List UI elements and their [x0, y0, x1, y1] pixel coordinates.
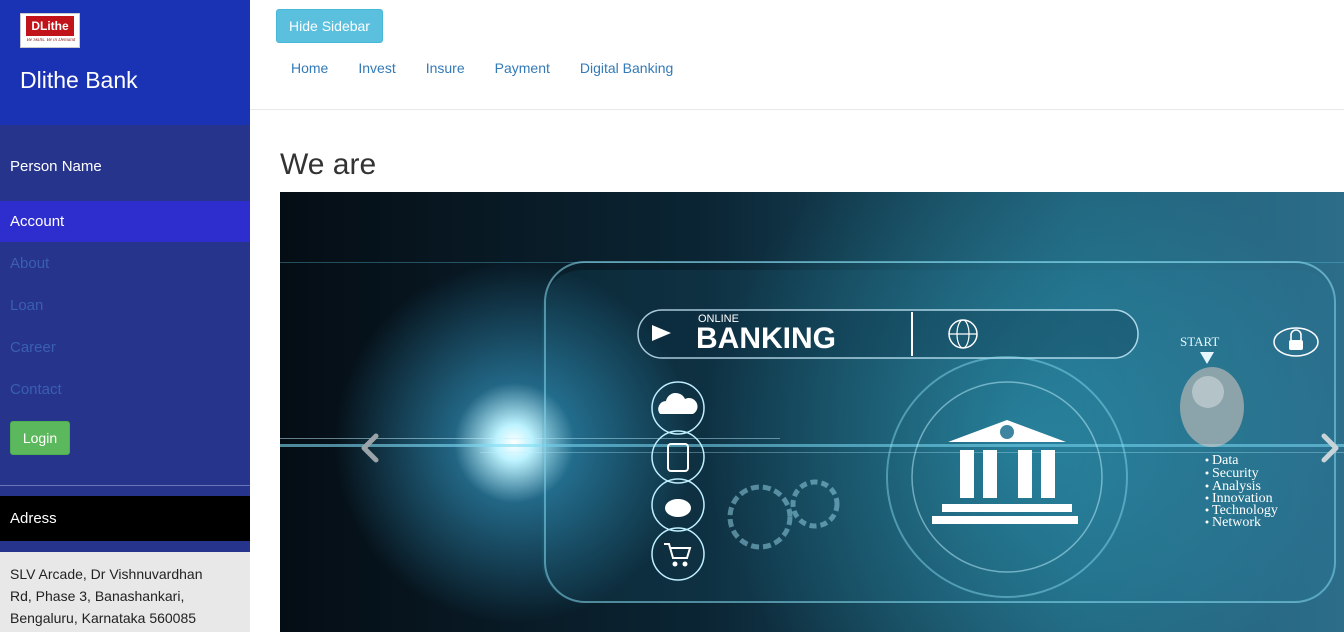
address-line: Rd, Phase 3, Banashankari,: [10, 588, 185, 604]
nav-insure[interactable]: Insure: [411, 60, 480, 76]
bank-name: Dlithe Bank: [20, 67, 138, 93]
sidebar-item-account[interactable]: Account: [0, 201, 250, 242]
address-line: Bengaluru, Karnataka 560085: [10, 610, 197, 626]
logo: DLithe Be Skills. Be in Demand: [20, 13, 80, 48]
carousel-prev-button[interactable]: [340, 417, 400, 477]
logo-mark: DLithe: [26, 16, 74, 36]
hide-sidebar-button[interactable]: Hide Sidebar: [276, 9, 383, 43]
sidebar-item-about[interactable]: About: [10, 255, 49, 272]
nav-payment[interactable]: Payment: [480, 60, 565, 76]
sidebar-item-contact[interactable]: Contact: [10, 381, 62, 398]
banner-illustration: ONLINE BANKING START Data Security Analy…: [280, 261, 1344, 603]
sidebar-item-career[interactable]: Career: [10, 339, 56, 356]
top-navbar: Hide Sidebar Home Invest Insure Payment …: [250, 0, 1344, 110]
nav-home[interactable]: Home: [276, 60, 343, 76]
login-button[interactable]: Login: [10, 421, 70, 455]
person-name: Person Name: [10, 158, 102, 175]
main-content: Hide Sidebar Home Invest Insure Payment …: [250, 0, 1344, 632]
nav-invest[interactable]: Invest: [343, 60, 410, 76]
page-heading: We are: [280, 148, 377, 181]
nav-digital-banking[interactable]: Digital Banking: [565, 60, 688, 76]
sidebar: DLithe Be Skills. Be in Demand Dlithe Ba…: [0, 0, 250, 632]
address-title: Adress: [0, 496, 250, 541]
top-nav: Home Invest Insure Payment Digital Banki…: [276, 60, 688, 76]
sidebar-divider: [0, 485, 250, 486]
banner-banking-text: BANKING: [696, 322, 836, 355]
logo-tagline: Be Skills. Be in Demand: [26, 38, 76, 43]
brand-header: DLithe Be Skills. Be in Demand Dlithe Ba…: [0, 0, 250, 125]
address-line: SLV Arcade, Dr Vishnuvardhan: [10, 566, 203, 582]
carousel-next-button[interactable]: [1295, 417, 1344, 477]
banner-carousel: ONLINE BANKING START Data Security Analy…: [280, 192, 1344, 632]
banner-feature-network: Network: [1212, 515, 1261, 530]
address-text: SLV Arcade, Dr Vishnuvardhan Rd, Phase 3…: [0, 552, 250, 632]
banner-start-text: START: [1180, 334, 1219, 349]
sidebar-item-loan[interactable]: Loan: [10, 297, 43, 314]
